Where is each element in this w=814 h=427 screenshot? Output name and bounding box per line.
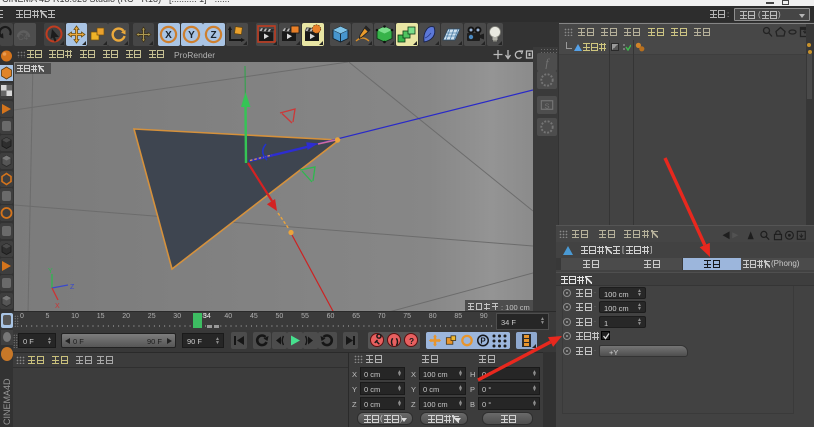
svg-text:?: ? — [409, 336, 414, 346]
svg-text:Z: Z — [210, 30, 216, 41]
svg-text:X: X — [55, 303, 60, 310]
svg-text:CINEMA4D: CINEMA4D — [2, 378, 12, 425]
svg-text:C4: C4 — [18, 33, 29, 42]
svg-text:Y: Y — [48, 268, 53, 275]
svg-text:Y: Y — [188, 30, 195, 41]
svg-text:Z: Z — [70, 284, 75, 291]
svg-text:S: S — [544, 101, 549, 110]
svg-text:f: f — [545, 57, 550, 69]
svg-text:P: P — [480, 337, 486, 346]
svg-text:X: X — [165, 30, 172, 41]
